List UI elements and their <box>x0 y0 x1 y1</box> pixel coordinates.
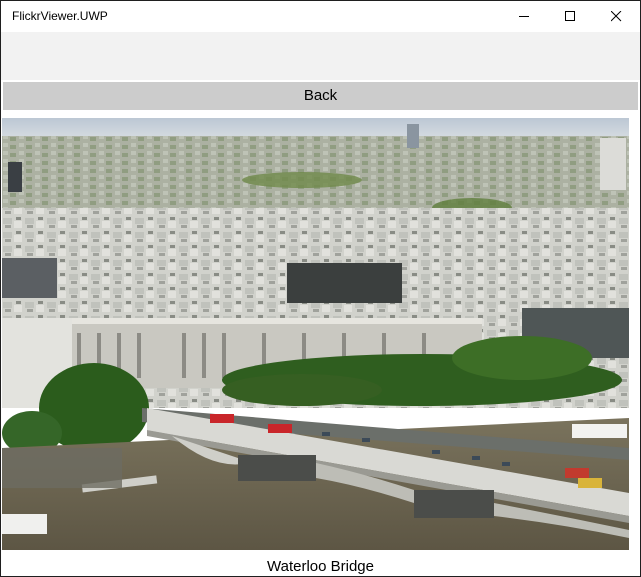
close-icon <box>611 11 622 22</box>
app-window: FlickrViewer.UWP Back Waterloo Bridge <box>0 0 641 577</box>
photo-caption: Waterloo Bridge <box>267 558 374 575</box>
close-button[interactable] <box>593 1 639 32</box>
maximize-icon <box>565 11 575 21</box>
minimize-button[interactable] <box>501 1 547 32</box>
back-button[interactable]: Back <box>3 82 638 110</box>
minimize-icon <box>519 16 529 17</box>
waterloo-bridge-photo <box>2 118 629 550</box>
photo-image <box>2 118 629 550</box>
maximize-button[interactable] <box>547 1 593 32</box>
window-title: FlickrViewer.UWP <box>12 9 108 23</box>
title-bar[interactable]: FlickrViewer.UWP <box>1 1 640 32</box>
app-header <box>1 32 640 80</box>
